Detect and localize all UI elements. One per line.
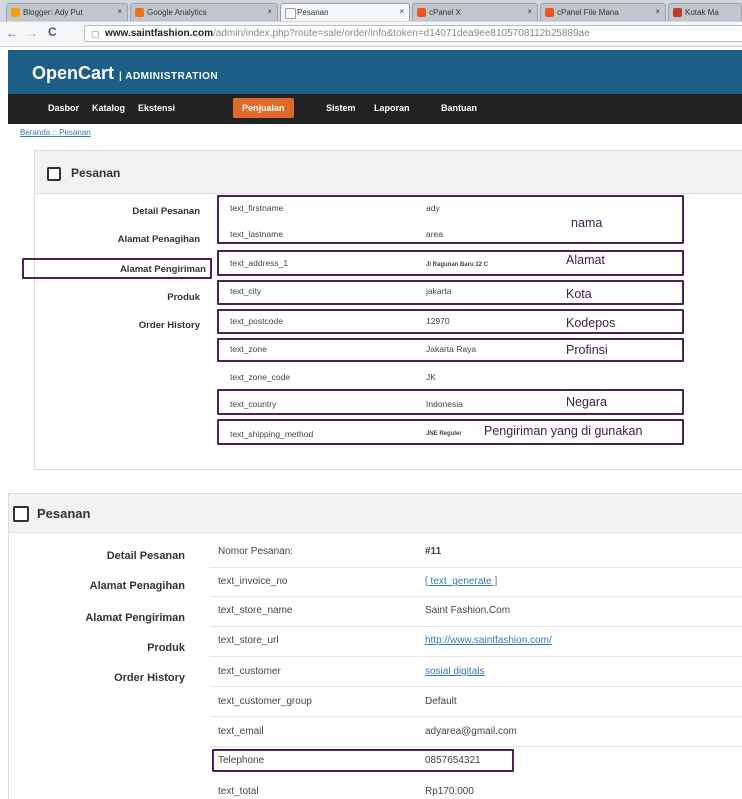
- vtab-order-history[interactable]: Order History: [40, 672, 185, 684]
- gmail-favicon-icon: [673, 8, 682, 17]
- tab-title: cPanel File Mana: [557, 8, 619, 17]
- close-tab-icon[interactable]: ×: [117, 7, 122, 16]
- annotation-kodepos: Kodepos: [566, 316, 616, 330]
- reload-icon[interactable]: C: [48, 25, 57, 39]
- url-text: www.saintfashion.com/admin/index.php?rou…: [105, 28, 590, 39]
- field-value: Saint Fashion.Com: [425, 605, 511, 616]
- row-divider: [210, 656, 742, 657]
- blogger-favicon-icon: [11, 8, 20, 17]
- field-value: Rp170.000: [425, 786, 474, 797]
- vtab-produk[interactable]: Produk: [60, 292, 200, 303]
- highlight-telephone: [212, 749, 514, 772]
- browser-tab-analytics[interactable]: Google Analytics ×: [130, 3, 278, 21]
- field-key: text_total: [218, 786, 259, 797]
- highlight-alamat: [217, 250, 684, 276]
- admin-menu: Dasbor Katalog Ekstensi Penjualan Sistem…: [8, 94, 742, 124]
- annotation-kota: Kota: [566, 287, 592, 301]
- highlight-nama: [217, 195, 684, 244]
- menu-katalog[interactable]: Katalog: [92, 103, 125, 113]
- tab-title: Blogger: Ady Put: [23, 8, 83, 17]
- panel-title: Pesanan: [71, 166, 121, 180]
- vtab-detail-pesanan[interactable]: Detail Pesanan: [60, 206, 200, 217]
- menu-ekstensi[interactable]: Ekstensi: [138, 103, 175, 113]
- breadcrumb-beranda[interactable]: Beranda: [20, 128, 50, 137]
- highlight-profinsi: [217, 338, 684, 362]
- row-divider: [210, 716, 742, 717]
- row-divider: [210, 567, 742, 568]
- vtab-alamat-pengiriman[interactable]: Alamat Pengiriman: [40, 612, 185, 624]
- menu-penjualan[interactable]: Penjualan: [233, 98, 294, 118]
- vtab-order-history[interactable]: Order History: [60, 320, 200, 331]
- browser-tab-gmail[interactable]: Kotak Ma: [668, 3, 742, 21]
- highlight-active-tab: [22, 258, 212, 279]
- field-key: text_invoice_no: [218, 576, 288, 587]
- row-divider: [210, 746, 742, 747]
- panel-header: Pesanan: [35, 151, 742, 194]
- field-value: JK: [426, 372, 436, 382]
- generate-invoice-link[interactable]: [ text_generate ]: [425, 576, 497, 587]
- back-arrow-icon[interactable]: ←: [6, 26, 18, 40]
- field-key: text_store_name: [218, 605, 293, 616]
- close-tab-icon[interactable]: ×: [267, 7, 272, 16]
- field-key: text_email: [218, 726, 264, 737]
- annotation-profinsi: Profinsi: [566, 343, 608, 357]
- vtab-alamat-penagihan[interactable]: Alamat Penagihan: [40, 580, 185, 592]
- browser-tab-cpanel[interactable]: cPanel X ×: [412, 3, 538, 21]
- page-icon: ▢: [91, 29, 100, 39]
- field-key: text_customer: [218, 666, 281, 677]
- menu-laporan[interactable]: Laporan: [374, 103, 410, 113]
- browser-tab-blogger[interactable]: Blogger: Ady Put ×: [6, 3, 128, 21]
- field-key: text_zone_code: [230, 372, 291, 382]
- close-tab-icon[interactable]: ×: [655, 7, 660, 16]
- field-value: adyarea@gmail.com: [425, 726, 517, 737]
- tab-title: Google Analytics: [147, 8, 207, 17]
- browser-nav-bar: ← → C ▢ www.saintfashion.com/admin/index…: [0, 22, 742, 47]
- customer-link[interactable]: sosial digitals: [425, 666, 484, 677]
- address-bar[interactable]: ▢ www.saintfashion.com/admin/index.php?r…: [84, 25, 742, 42]
- analytics-favicon-icon: [135, 8, 144, 17]
- browser-tab-filemanager[interactable]: cPanel File Mana ×: [540, 3, 666, 21]
- opencart-logo[interactable]: OpenCart | ADMINISTRATION: [32, 63, 218, 84]
- menu-dasbor[interactable]: Dasbor: [48, 103, 79, 113]
- highlight-negara: [217, 389, 684, 415]
- close-tab-icon[interactable]: ×: [399, 7, 404, 16]
- panel-header: Pesanan: [9, 494, 742, 533]
- browser-tab-pesanan[interactable]: Pesanan ×: [280, 3, 410, 21]
- panel-title: Pesanan: [37, 506, 91, 521]
- tab-title: Pesanan: [297, 8, 329, 17]
- vtab-produk[interactable]: Produk: [40, 642, 185, 654]
- store-url-link[interactable]: http://www.saintfashion.com/: [425, 635, 552, 646]
- annotation-negara: Negara: [566, 395, 607, 409]
- vtab-alamat-penagihan[interactable]: Alamat Penagihan: [60, 234, 200, 245]
- close-tab-icon[interactable]: ×: [527, 7, 532, 16]
- cpanel-favicon-icon: [417, 8, 426, 17]
- annotation-nama: nama: [571, 216, 603, 230]
- forward-arrow-icon[interactable]: →: [26, 26, 38, 40]
- field-value: Default: [425, 696, 457, 707]
- order-box-icon: [47, 167, 61, 181]
- field-value: #11: [425, 546, 442, 557]
- menu-sistem[interactable]: Sistem: [326, 103, 356, 113]
- breadcrumb: Beranda :: Pesanan: [20, 128, 91, 137]
- cpanel-favicon-icon: [545, 8, 554, 17]
- order-box-icon: [13, 506, 29, 522]
- page-favicon-icon: [285, 8, 296, 19]
- row-divider: [210, 686, 742, 687]
- tab-title: cPanel X: [429, 8, 462, 17]
- annotation-alamat: Alamat: [566, 253, 605, 267]
- row-divider: [210, 626, 742, 627]
- field-key: text_customer_group: [218, 696, 312, 707]
- field-key: Nomor Pesanan:: [218, 546, 294, 557]
- browser-tab-bar: Blogger: Ady Put × Google Analytics × Pe…: [0, 0, 742, 22]
- row-divider: [210, 596, 742, 597]
- highlight-kota: [217, 280, 684, 305]
- field-key: text_store_url: [218, 635, 279, 646]
- admin-header: OpenCart | ADMINISTRATION: [8, 50, 742, 94]
- menu-bantuan[interactable]: Bantuan: [441, 103, 477, 113]
- tab-title: Kotak Ma: [685, 8, 719, 17]
- breadcrumb-pesanan[interactable]: Pesanan: [59, 128, 91, 137]
- vtab-detail-pesanan[interactable]: Detail Pesanan: [40, 550, 185, 562]
- annotation-pengiriman: Pengiriman yang di gunakan: [484, 424, 643, 438]
